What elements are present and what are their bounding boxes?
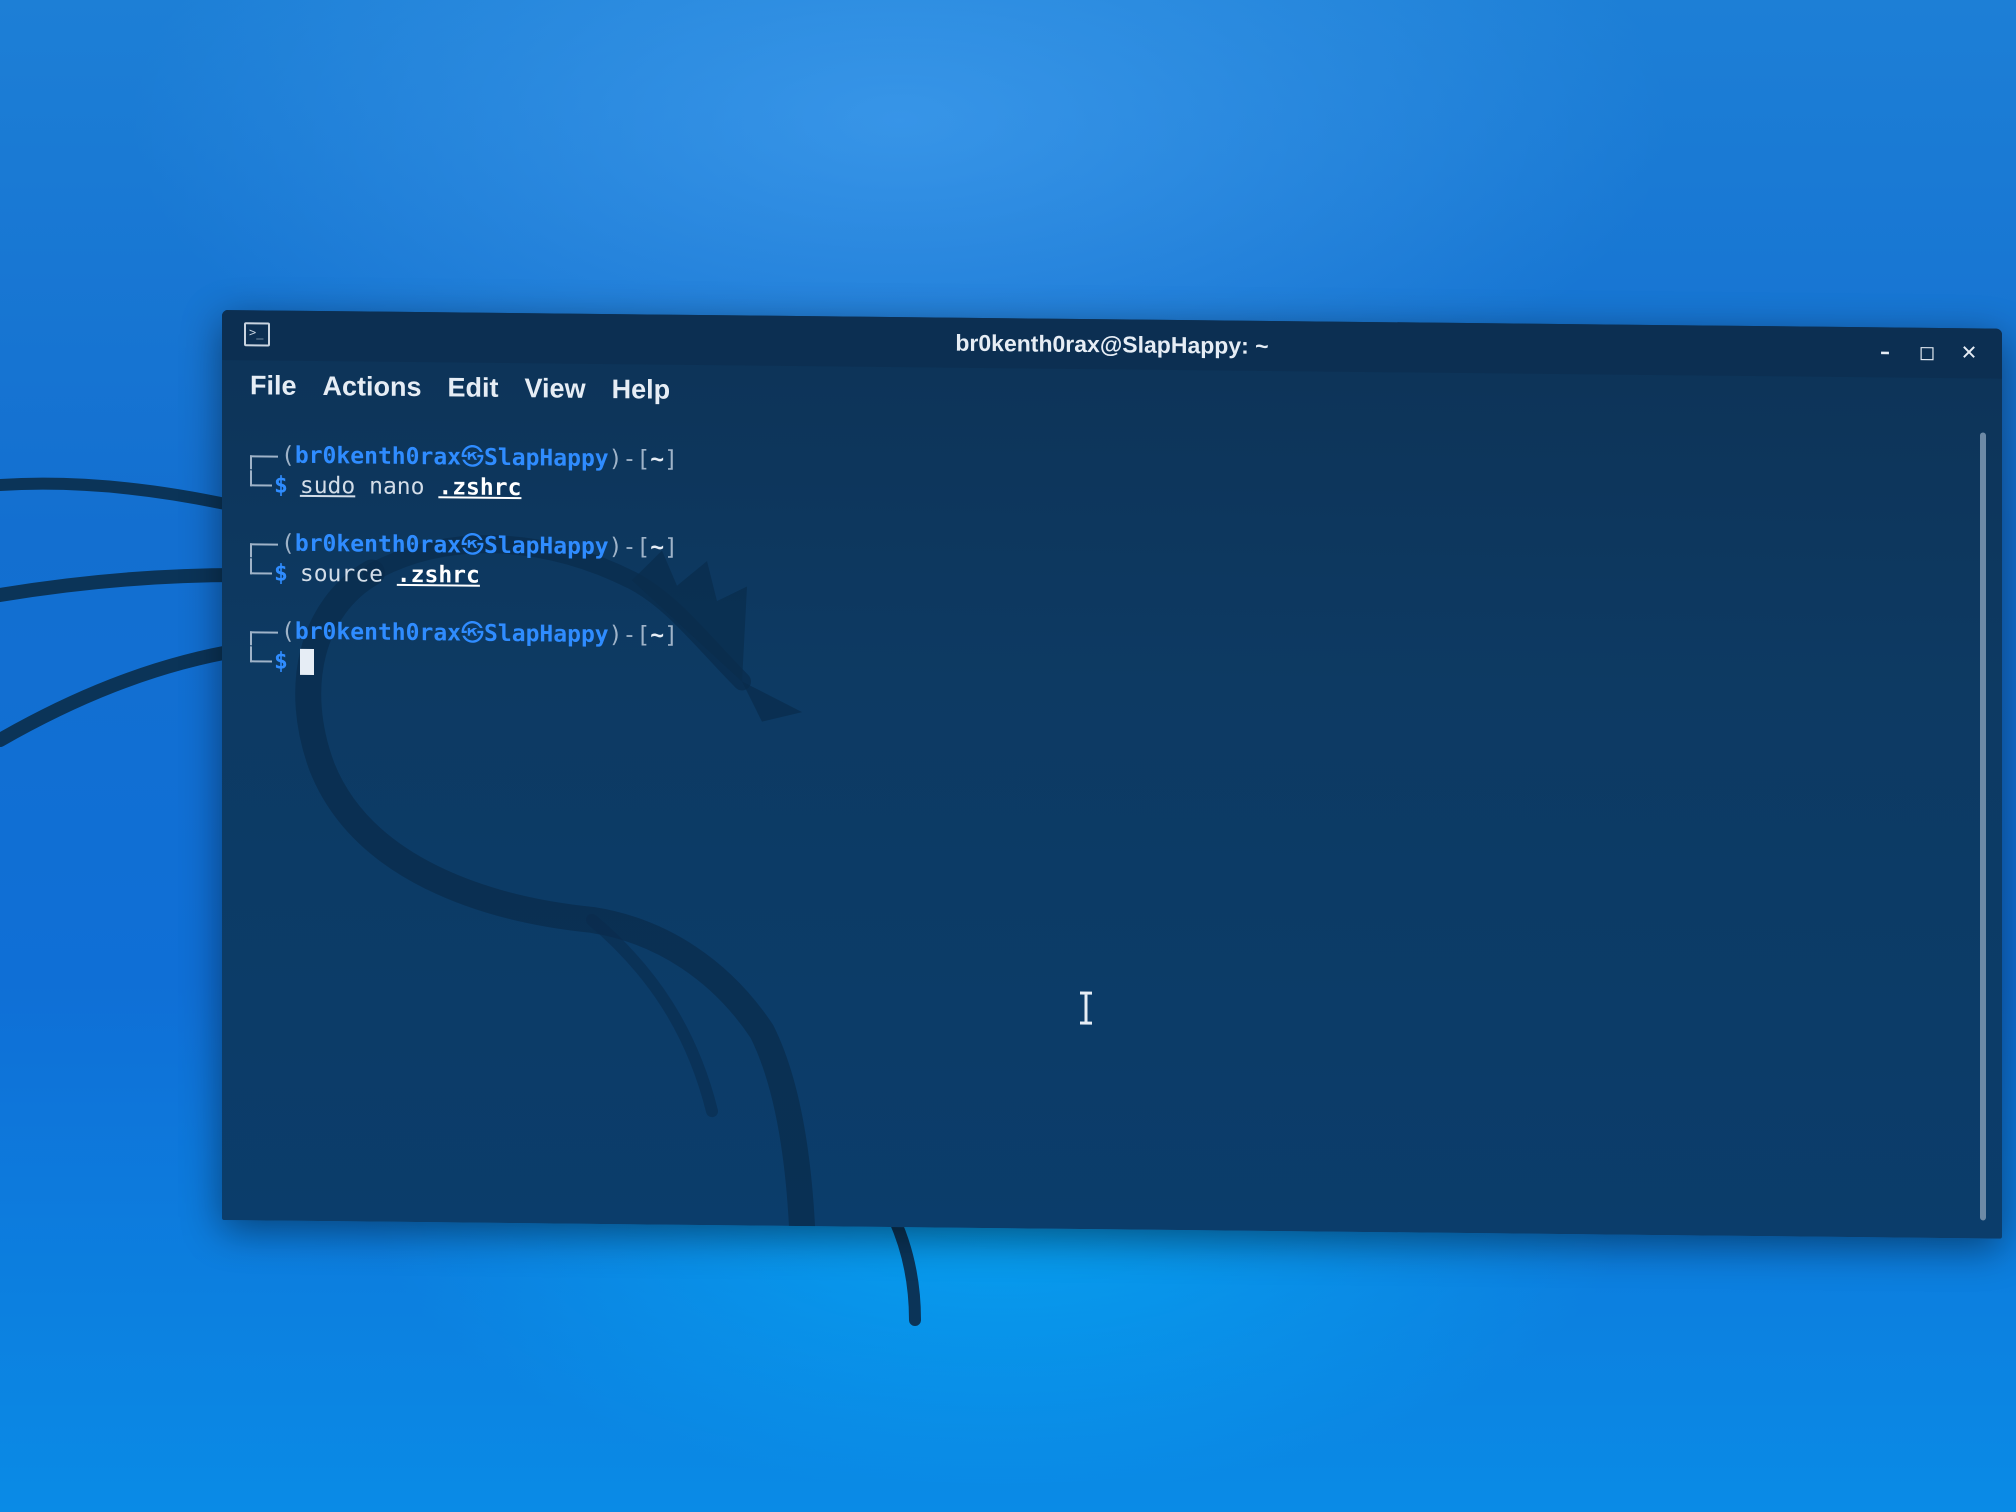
close-button[interactable]: ✕ — [1958, 340, 1980, 364]
menu-view[interactable]: View — [525, 373, 586, 410]
prompt-dir: ~ — [650, 534, 665, 561]
command-text: source — [299, 560, 397, 588]
menu-help[interactable]: Help — [612, 374, 671, 411]
prompt-block-active: (br0kenth0rax ㉿ SlapHappy)-[~] $ — [250, 616, 678, 680]
prompt-corner-bottom — [250, 558, 272, 575]
desktop: >_ br0kenth0rax@SlapHappy: ~ – ◻ ✕ File … — [0, 0, 2016, 1512]
prompt-block: (br0kenth0rax ㉿ SlapHappy)-[~] $ sudo nano … — [250, 440, 678, 504]
prompt-corner-top — [250, 455, 278, 470]
scrollbar[interactable] — [1978, 428, 1988, 1224]
prompt-dir: ~ — [650, 446, 665, 473]
menu-actions[interactable]: Actions — [323, 371, 422, 408]
text-cursor-ibeam-icon — [1080, 991, 1092, 1025]
menu-file[interactable]: File — [250, 370, 297, 406]
prompt-at-symbol: ㉿ — [461, 444, 485, 471]
prompt-corner-bottom — [250, 646, 272, 663]
minimize-button[interactable]: – — [1874, 339, 1896, 363]
maximize-button[interactable]: ◻ — [1916, 340, 1938, 364]
command-text: nano — [355, 473, 439, 501]
prompt-host: SlapHappy — [484, 532, 609, 561]
menu-edit[interactable]: Edit — [448, 372, 499, 409]
prompt-user: br0kenth0rax — [294, 530, 462, 559]
terminal-lines: (br0kenth0rax ㉿ SlapHappy)-[~] $ sudo nano … — [250, 440, 678, 708]
terminal-output[interactable]: (br0kenth0rax ㉿ SlapHappy)-[~] $ sudo nano … — [222, 406, 1962, 1239]
scrollbar-thumb[interactable] — [1980, 432, 1986, 1221]
terminal-cursor[interactable] — [299, 648, 314, 675]
command-sudo: sudo — [299, 472, 356, 500]
prompt-host: SlapHappy — [484, 444, 609, 473]
command-file-arg: .zshrc — [438, 474, 522, 502]
window-controls: – ◻ ✕ — [1874, 339, 1980, 364]
prompt-corner-top — [250, 631, 278, 646]
prompt-corner-bottom — [250, 470, 272, 487]
window-title: br0kenth0rax@SlapHappy: ~ — [955, 329, 1269, 359]
prompt-at-symbol: ㉿ — [461, 532, 485, 559]
terminal-window[interactable]: >_ br0kenth0rax@SlapHappy: ~ – ◻ ✕ File … — [222, 310, 2002, 1239]
prompt-host: SlapHappy — [484, 620, 609, 649]
prompt-corner-top — [250, 543, 278, 558]
prompt-at-symbol: ㉿ — [461, 620, 485, 647]
prompt-user: br0kenth0rax — [294, 618, 462, 647]
prompt-dir: ~ — [650, 622, 665, 649]
prompt-user: br0kenth0rax — [294, 442, 462, 471]
prompt-block: (br0kenth0rax ㉿ SlapHappy)-[~] $ source .zs… — [250, 528, 678, 592]
command-file-arg: .zshrc — [396, 561, 480, 589]
